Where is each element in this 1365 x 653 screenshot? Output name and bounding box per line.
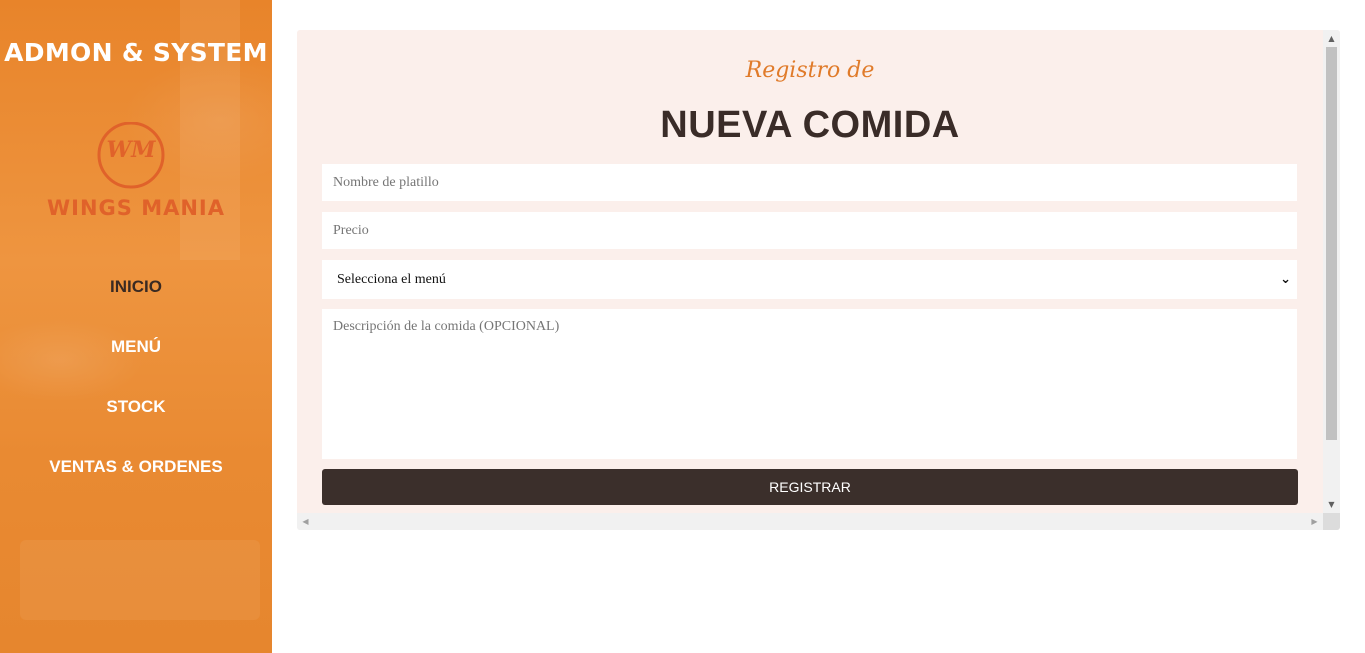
register-button[interactable]: REGISTRAR [322,469,1298,505]
brand-title: ADMON & SYSTEM [4,38,268,67]
logo-monogram: WM [106,137,156,163]
arrow-right-icon[interactable]: ▶ [1306,513,1323,530]
sidebar-nav: INICIO MENÚ STOCK VENTAS & ORDENES [0,268,272,508]
menu-select-value: Selecciona el menú [337,272,446,287]
scrollbar-thumb[interactable] [1326,47,1337,440]
sidebar-item-stock[interactable]: STOCK [0,388,272,448]
sidebar-item-menu[interactable]: MENÚ [0,328,272,388]
sidebar-item-ventas-ordenes[interactable]: VENTAS & ORDENES [0,448,272,508]
arrow-down-icon[interactable]: ▼ [1323,496,1340,513]
chevron-down-icon: ⌄ [1280,272,1291,287]
price-input[interactable] [322,212,1297,249]
arrow-left-icon[interactable]: ◀ [297,513,314,530]
menu-select[interactable]: Selecciona el menú ⌄ [322,260,1297,299]
wings-mania-logo: WM WINGS MANIA [40,122,232,222]
form-subtitle: Registro de [745,58,875,83]
dish-name-input[interactable] [322,164,1297,201]
scrollbar-corner [1323,513,1340,530]
vertical-scrollbar[interactable]: ▲ ▼ [1323,30,1340,513]
sidebar-item-inicio[interactable]: INICIO [0,268,272,328]
arrow-up-icon[interactable]: ▲ [1323,30,1340,47]
horizontal-scrollbar[interactable]: ◀ ▶ [297,513,1323,530]
sidebar: ADMON & SYSTEM WM WINGS MANIA INICIO MEN… [0,0,272,653]
logo-mark: WM WINGS MANIA [47,122,225,220]
description-textarea[interactable] [322,309,1297,459]
new-food-form-panel: Registro de NUEVA COMIDA Selecciona el m… [297,30,1340,530]
logo-text: WINGS MANIA [47,196,225,220]
page-title: NUEVA COMIDA [660,104,960,146]
